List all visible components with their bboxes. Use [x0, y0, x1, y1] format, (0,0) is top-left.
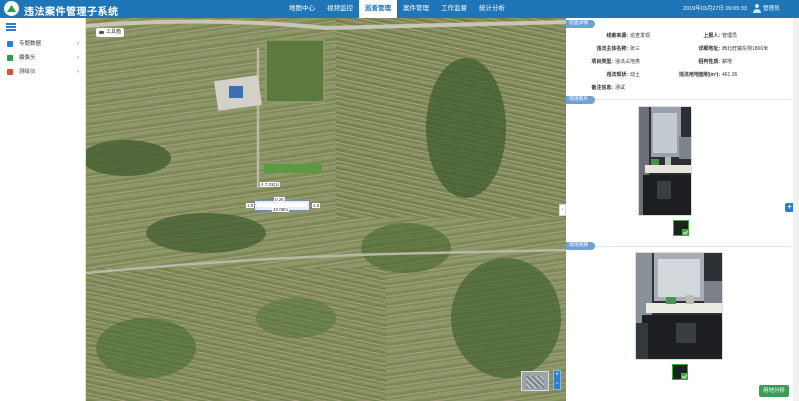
sidebar-item-label: 专题数据 [19, 41, 42, 47]
section-tag-photos: 现场照片 [566, 96, 596, 104]
nav-case-management[interactable]: 案件管理 [397, 0, 435, 18]
site-photo[interactable] [638, 106, 692, 216]
video-image [636, 253, 722, 359]
satellite-imagery [86, 18, 566, 401]
site-video[interactable] [635, 252, 723, 360]
divider [566, 99, 791, 100]
detail-panel: 巡查详情 线索来源: 巡查发现 上报人: 管理员 违法主体名称: 张三 详细地址… [566, 18, 799, 401]
sidebar-item-surveyor[interactable]: 测绘仪 › [0, 66, 86, 79]
datetime: 2019年03月27日 09:05:33 [683, 6, 747, 12]
field-key: 项目类型: [591, 59, 613, 65]
main-nav: 地图中心 视频监控 巡查管理 案件管理 工作监督 统计分析 [283, 0, 511, 18]
divider [566, 246, 791, 247]
sidebar-item-thematic-data[interactable]: 专题数据 › [0, 38, 86, 51]
section-tag-videos: 现场视频 [566, 242, 596, 250]
sidebar-item-label: 测绘仪 [19, 69, 36, 75]
field-key: 详细地址: [698, 46, 720, 52]
app-title: 违法案件管理子系统 [24, 7, 119, 18]
field-value: 动土 [630, 72, 641, 78]
minimap[interactable] [521, 371, 549, 391]
nav-work-supervision[interactable]: 工作监督 [435, 0, 473, 18]
field-value: 张三 [630, 46, 641, 52]
field-key: 违法现状: [606, 72, 628, 78]
check-icon [682, 229, 688, 235]
toolbox-button[interactable]: 工具箱 [96, 28, 125, 37]
check-icon [681, 373, 687, 379]
folder-icon [7, 41, 13, 47]
sidebar-item-label: 摄像头 [19, 55, 36, 61]
panel-scrollbar[interactable] [793, 18, 799, 401]
user-name[interactable]: 管理员 [763, 0, 780, 18]
field-value: 巡查发现 [630, 33, 651, 39]
instrument-icon [7, 69, 13, 75]
field-key: 备注信息: [591, 85, 613, 91]
sidebar: 专题数据 › 摄像头 › 测绘仪 › [0, 18, 86, 401]
measure-label: 4.7.33(1) [260, 182, 281, 187]
field-key: 上报人: [703, 33, 720, 39]
photo-thumbnail[interactable] [673, 220, 689, 236]
field-value: 管理员 [722, 33, 738, 39]
user-icon[interactable] [753, 4, 761, 13]
nav-statistics[interactable]: 统计分析 [473, 0, 511, 18]
field-key: 招判性质: [698, 59, 720, 65]
logo-icon [4, 1, 19, 16]
sidebar-item-camera[interactable]: 摄像头 › [0, 52, 86, 65]
toolbox-label: 工具箱 [106, 29, 122, 35]
measure-label: 42.08m [272, 207, 290, 212]
field-value: 西北旺镇东侧1800米 [722, 46, 769, 52]
nav-patrol-management[interactable]: 巡查管理 [359, 0, 397, 18]
field-value: 461.36 [722, 72, 738, 78]
zoom-in-icon[interactable]: + [554, 371, 560, 380]
nav-map-center[interactable]: 地图中心 [283, 0, 321, 18]
chevron-right-icon: › [77, 41, 79, 47]
satellite-map[interactable]: 工具箱 4.7.33(1) 0.26 42.08m 1:0 1.0 + − ‹ [86, 18, 566, 401]
menu-toggle-icon[interactable] [6, 23, 16, 31]
measure-label: 0.26 [274, 197, 285, 202]
land-analysis-button[interactable]: 用地分析 [759, 385, 790, 397]
toolbox-icon [99, 30, 104, 35]
zoom-out-icon[interactable]: − [554, 380, 560, 389]
field-key: 线索来源: [606, 33, 628, 39]
zoom-control[interactable]: + − [553, 370, 561, 390]
field-value: 耕地 [722, 59, 733, 65]
photo-image [639, 107, 691, 215]
field-key: 违法用地面积(m²): [678, 72, 720, 78]
measure-label: 1:0 [246, 203, 255, 208]
field-key: 违法主体名称: [596, 46, 628, 52]
measure-label: 1.0 [312, 203, 321, 208]
camera-icon [7, 55, 13, 61]
panel-collapse-toggle[interactable]: ‹ [559, 204, 566, 216]
field-value: 测试 [615, 85, 626, 91]
video-thumbnail[interactable] [672, 364, 688, 380]
nav-video-monitor[interactable]: 视频监控 [321, 0, 359, 18]
chevron-right-icon: › [77, 69, 79, 75]
field-value: 违法占地类 [615, 59, 641, 65]
section-tag-info: 巡查详情 [566, 20, 596, 28]
top-header: 违法案件管理子系统 地图中心 视频监控 巡查管理 案件管理 工作监督 统计分析 … [0, 0, 799, 18]
chevron-right-icon: › [77, 55, 79, 61]
